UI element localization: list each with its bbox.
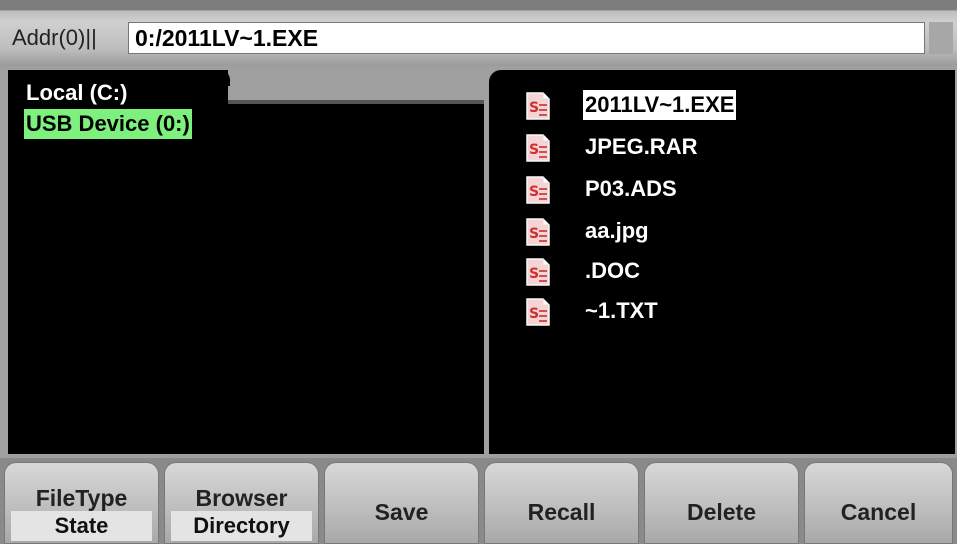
softkey-menu: FileType State Browser Directory Save Re… <box>0 458 957 544</box>
file-icon: S <box>526 134 550 162</box>
cancel-label: Cancel <box>840 499 917 525</box>
browser-softkey[interactable]: Browser Directory <box>164 462 319 544</box>
svg-text:S: S <box>529 226 539 242</box>
svg-text:S: S <box>529 100 539 116</box>
directory-tab-line <box>228 100 484 104</box>
browser-label: Browser <box>195 485 288 511</box>
file-icon: S <box>526 218 550 246</box>
directory-item-usb[interactable]: USB Device (0:) <box>24 109 192 139</box>
top-strip <box>0 0 957 10</box>
save-softkey[interactable]: Save <box>324 462 479 544</box>
filetype-value: State <box>11 511 152 541</box>
file-panel[interactable]: S 2011LV~1.EXE S JPEG.RAR S P03.ADS S aa… <box>489 70 955 454</box>
filetype-softkey[interactable]: FileType State <box>4 462 159 544</box>
svg-text:S: S <box>529 306 539 322</box>
address-bar: Addr(0)|| 0:/2011LV~1.EXE <box>0 0 957 66</box>
address-field[interactable]: 0:/2011LV~1.EXE <box>128 22 925 54</box>
svg-text:S: S <box>529 184 539 200</box>
file-name: 2011LV~1.EXE <box>583 90 737 120</box>
save-label: Save <box>374 499 429 525</box>
directory-tab-fill <box>228 70 484 104</box>
directory-panel[interactable]: Local (C:) USB Device (0:) <box>8 70 484 454</box>
file-name: aa.jpg <box>585 218 649 243</box>
address-bar-end <box>929 22 953 54</box>
browser-value: Directory <box>171 511 312 541</box>
address-label: Addr(0)|| <box>12 25 97 50</box>
recall-label: Recall <box>527 499 596 525</box>
file-icon: S <box>526 298 550 326</box>
file-name: P03.ADS <box>585 176 677 201</box>
file-name: ~1.TXT <box>585 298 658 323</box>
file-icon: S <box>526 92 550 120</box>
file-browser: Local (C:) USB Device (0:) S 2011LV~1.EX… <box>0 66 957 458</box>
file-name: JPEG.RAR <box>585 134 698 159</box>
file-icon: S <box>526 176 550 204</box>
directory-item-local[interactable]: Local (C:) <box>24 78 129 108</box>
svg-text:S: S <box>529 266 539 282</box>
recall-softkey[interactable]: Recall <box>484 462 639 544</box>
delete-label: Delete <box>686 499 757 525</box>
delete-softkey[interactable]: Delete <box>644 462 799 544</box>
file-icon: S <box>526 258 550 286</box>
file-name: .DOC <box>585 258 640 283</box>
filetype-label: FileType <box>35 485 128 511</box>
cancel-softkey[interactable]: Cancel <box>804 462 953 544</box>
svg-text:S: S <box>529 142 539 158</box>
